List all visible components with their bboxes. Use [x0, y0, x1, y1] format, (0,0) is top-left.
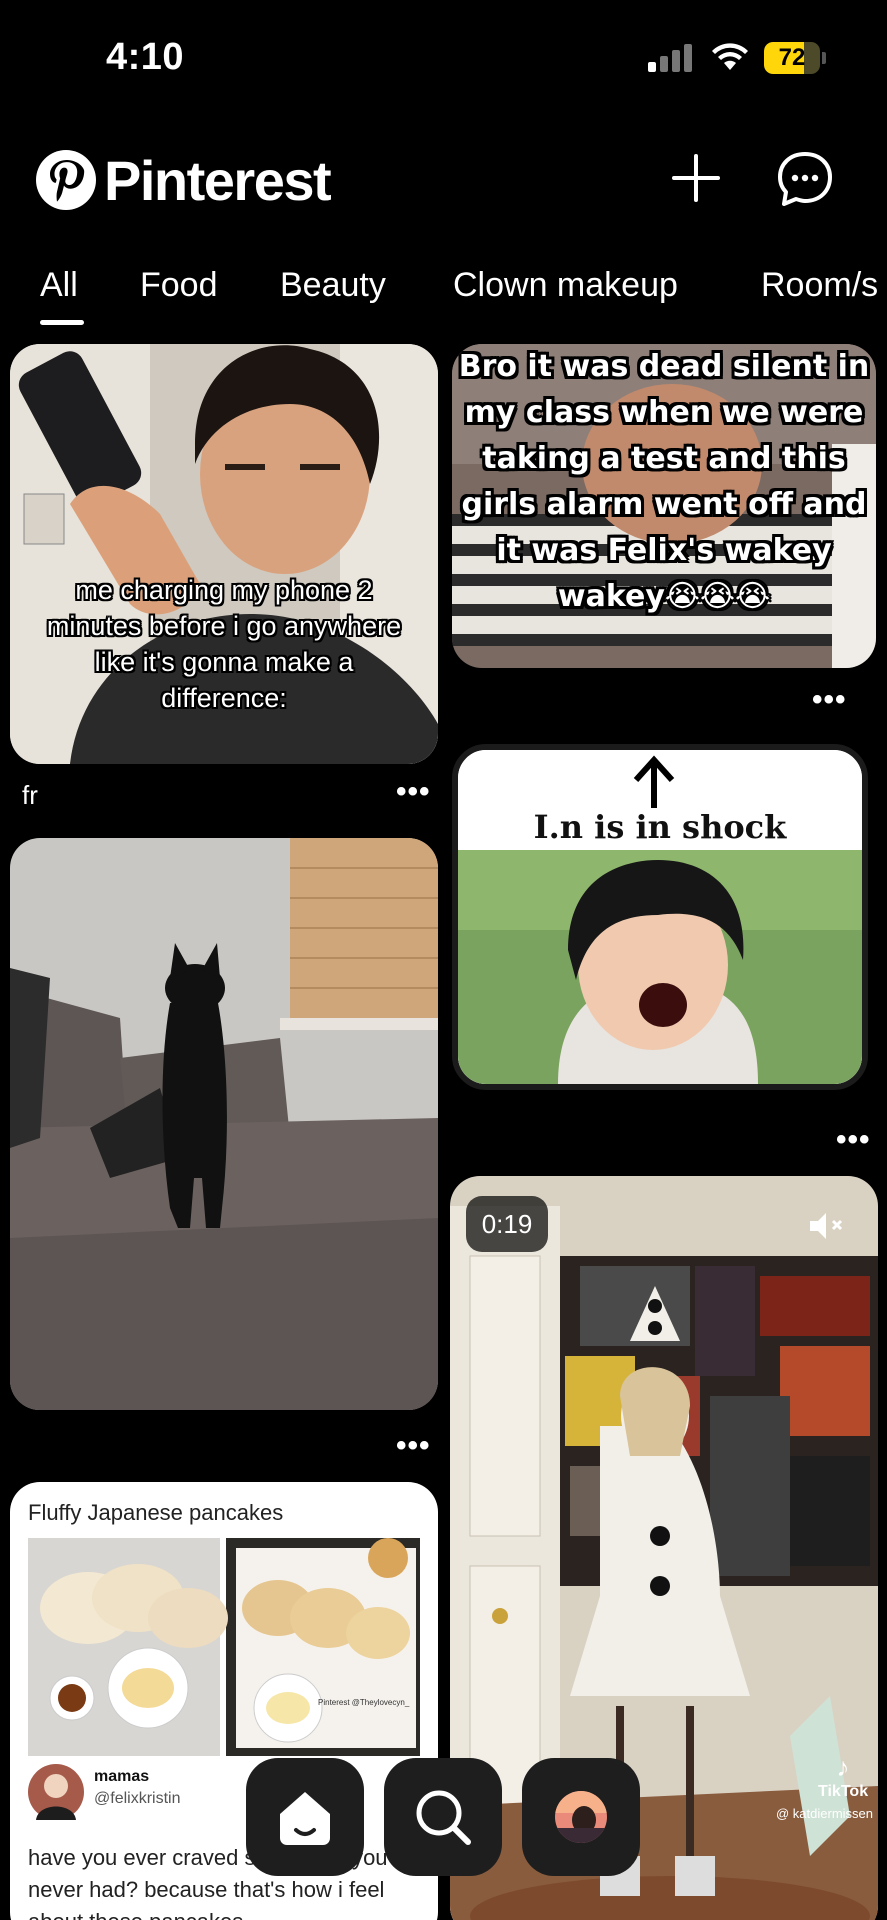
pin-title: fr	[22, 780, 38, 810]
pin-caption: I.n is in shock	[533, 808, 787, 846]
mute-button[interactable]	[808, 1210, 848, 1242]
more-options-button[interactable]: •••	[396, 1431, 431, 1461]
pin-image-pancakes	[28, 1538, 420, 1756]
messages-button[interactable]	[776, 150, 834, 208]
user-handle: @felixkristin	[94, 1790, 181, 1807]
pin-caption: me charging my phone 2 minutes before i …	[46, 575, 402, 713]
user-name[interactable]: mamas	[94, 1768, 149, 1786]
user-avatar[interactable]	[28, 1764, 84, 1820]
more-options-button[interactable]: •••	[812, 685, 847, 715]
status-time: 4:10	[106, 36, 185, 78]
more-options-button[interactable]: •••	[396, 777, 431, 807]
image-watermark: Pinterest @Theylovecyn_	[318, 1698, 410, 1707]
pin-card-standing-cat[interactable]	[10, 838, 438, 1410]
pin-caption: Bro it was dead silent in my class when …	[458, 349, 870, 614]
app-header: Pinterest	[0, 130, 887, 230]
pin-title: Fluffy Japanese pancakes	[28, 1500, 284, 1525]
tab-all[interactable]: All	[40, 266, 78, 305]
selected-tab-indicator	[40, 320, 84, 325]
search-icon	[416, 1790, 471, 1845]
bottom-navigation	[246, 1758, 640, 1876]
profile-button[interactable]	[522, 1758, 640, 1876]
wifi-icon	[712, 43, 748, 70]
video-duration: 0:19	[466, 1196, 548, 1252]
pinterest-logo-icon	[36, 150, 96, 210]
create-pin-button[interactable]	[668, 150, 724, 206]
battery-level: 72	[778, 44, 806, 71]
pin-card-shock-meme[interactable]: I.n is in shock	[452, 744, 868, 1090]
pin-image-shock-meme	[458, 750, 862, 1084]
tiktok-label: TikTok	[818, 1783, 869, 1800]
search-button[interactable]	[384, 1758, 502, 1876]
tab-food[interactable]: Food	[140, 266, 218, 305]
pin-card-classroom-meme[interactable]: Bro it was dead silent in my class when …	[452, 344, 876, 668]
pin-image-standing-cat	[10, 838, 438, 1410]
cellular-signal-icon	[648, 44, 692, 72]
profile-avatar	[555, 1791, 607, 1843]
tab-clown-makeup[interactable]: Clown makeup	[453, 266, 678, 305]
more-options-button[interactable]: •••	[836, 1125, 871, 1155]
battery-icon: 72	[764, 42, 826, 74]
tab-room[interactable]: Room/s	[761, 266, 878, 305]
status-bar: 4:10 72	[0, 0, 887, 110]
tiktok-handle: @ katdiermissen	[776, 1806, 874, 1821]
tiktok-watermark: ♪ TikTok	[818, 1752, 869, 1800]
home-icon	[280, 1792, 330, 1845]
pin-card-phone-meme[interactable]: me charging my phone 2 minutes before i …	[10, 344, 438, 764]
category-tabs: All Food Beauty Clown makeup Room/s	[0, 262, 887, 328]
tab-beauty[interactable]: Beauty	[280, 266, 386, 305]
home-button[interactable]	[246, 1758, 364, 1876]
app-name: Pinterest	[104, 149, 332, 212]
